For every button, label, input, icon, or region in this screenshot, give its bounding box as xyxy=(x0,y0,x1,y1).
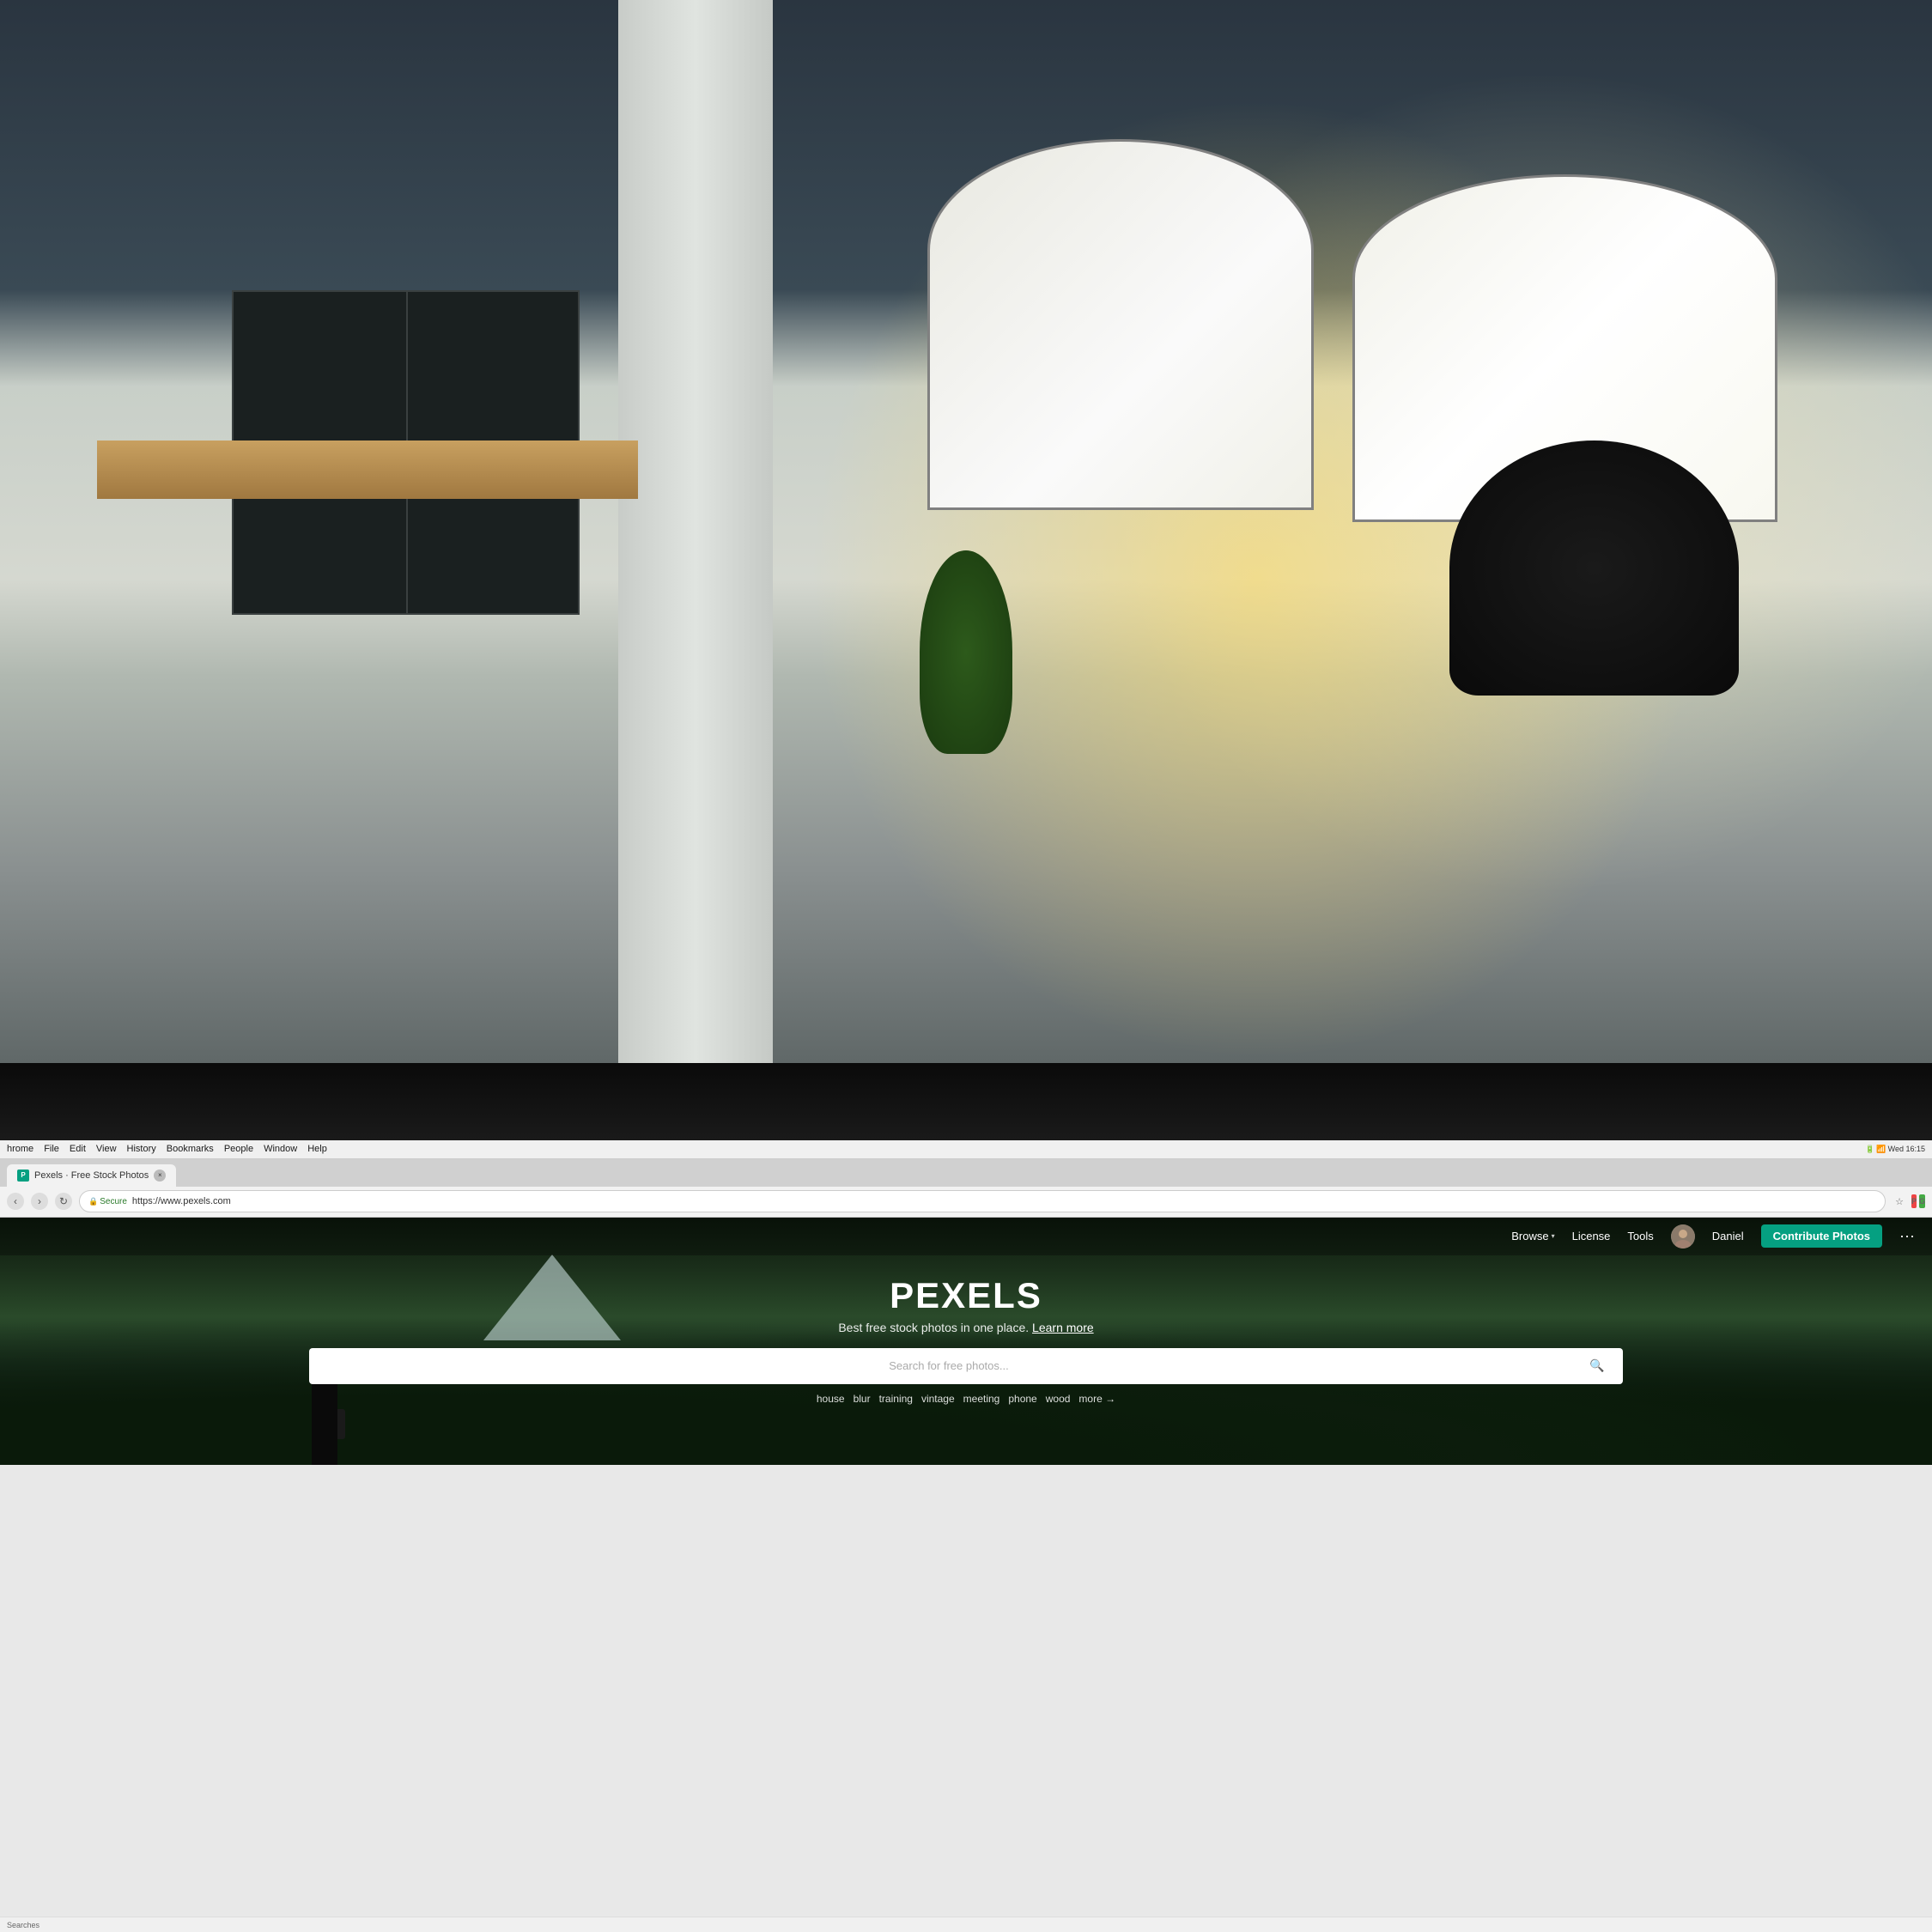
search-input[interactable]: Search for free photos... xyxy=(321,1359,1577,1372)
menu-file[interactable]: File xyxy=(44,1144,59,1154)
menu-people[interactable]: People xyxy=(224,1144,253,1154)
status-bar: Searches xyxy=(0,1917,1932,1932)
screen-bezel xyxy=(0,1063,1932,1140)
search-tag-phone[interactable]: phone xyxy=(1008,1393,1036,1405)
tab-title: Pexels · Free Stock Photos xyxy=(34,1170,149,1181)
user-name[interactable]: Daniel xyxy=(1712,1230,1744,1242)
wifi-icon: 📶 xyxy=(1876,1145,1886,1154)
tabbar: P Pexels · Free Stock Photos × xyxy=(0,1159,1932,1187)
reload-button[interactable]: ↻ xyxy=(55,1193,72,1210)
search-tag-meeting[interactable]: meeting xyxy=(963,1393,1000,1405)
search-bar[interactable]: Search for free photos... 🔍 xyxy=(309,1348,1623,1384)
contribute-photos-button[interactable]: Contribute Photos xyxy=(1761,1224,1882,1248)
back-button[interactable]: ‹ xyxy=(7,1193,24,1210)
pexels-navbar: Browse ▾ License Tools Daniel Contribute xyxy=(0,1218,1932,1255)
more-button[interactable]: ··· xyxy=(1899,1227,1915,1245)
license-nav-item[interactable]: License xyxy=(1572,1230,1611,1242)
browse-nav-item[interactable]: Browse ▾ xyxy=(1511,1230,1554,1242)
pexels-subtitle: Best free stock photos in one place. Lea… xyxy=(193,1321,1739,1334)
menu-bookmarks[interactable]: Bookmarks xyxy=(167,1144,214,1154)
clock-time: Wed 16:15 xyxy=(1888,1145,1925,1153)
ext-2-icon[interactable]: G xyxy=(1919,1194,1925,1208)
secure-badge: 🔒 Secure xyxy=(88,1197,127,1206)
extensions-icon[interactable]: P G D M T E R xyxy=(1911,1194,1925,1208)
search-tag-house[interactable]: house xyxy=(817,1393,845,1405)
search-tag-wood[interactable]: wood xyxy=(1046,1393,1071,1405)
menu-history[interactable]: History xyxy=(127,1144,156,1154)
search-tag-training[interactable]: training xyxy=(879,1393,913,1405)
office-desk xyxy=(97,440,638,499)
extension-icons: P G D M T E R xyxy=(1911,1194,1925,1208)
status-text: Searches xyxy=(7,1921,39,1929)
bookmark-icon[interactable]: ☆ xyxy=(1893,1194,1906,1208)
tools-label: Tools xyxy=(1627,1230,1653,1242)
ext-1-icon[interactable]: P xyxy=(1911,1194,1917,1208)
tools-nav-item[interactable]: Tools xyxy=(1627,1230,1653,1242)
pexels-title: PEXELS xyxy=(193,1278,1739,1314)
website-content: Browse ▾ License Tools Daniel Contribute xyxy=(0,1218,1932,1465)
system-icons: 🔋 📶 Wed 16:15 xyxy=(1865,1145,1925,1154)
search-container: Search for free photos... 🔍 xyxy=(309,1348,1623,1384)
office-plant xyxy=(889,464,1043,754)
search-tag-more[interactable]: more → xyxy=(1078,1393,1115,1405)
office-chair xyxy=(1449,440,1740,696)
battery-icon: 🔋 xyxy=(1865,1145,1874,1154)
tab-close-button[interactable]: × xyxy=(154,1170,166,1182)
forward-button[interactable]: › xyxy=(31,1193,48,1210)
hero-text-area: PEXELS Best free stock photos in one pla… xyxy=(193,1278,1739,1405)
search-tag-vintage[interactable]: vintage xyxy=(921,1393,955,1405)
lock-icon: 🔒 xyxy=(88,1197,98,1206)
addressbar: ‹ › ↻ 🔒 Secure https://www.pexels.com ☆ … xyxy=(0,1187,1932,1218)
office-scene xyxy=(0,0,1932,1159)
menubar-right: 🔋 📶 Wed 16:15 xyxy=(1865,1145,1925,1154)
browse-label: Browse xyxy=(1511,1230,1548,1242)
menu-window[interactable]: Window xyxy=(264,1144,297,1154)
url-display: https://www.pexels.com xyxy=(132,1196,231,1206)
browse-chevron-icon: ▾ xyxy=(1552,1232,1555,1240)
office-column xyxy=(618,0,773,1159)
menu-edit[interactable]: Edit xyxy=(70,1144,86,1154)
address-box[interactable]: 🔒 Secure https://www.pexels.com xyxy=(79,1190,1886,1212)
menu-help[interactable]: Help xyxy=(307,1144,327,1154)
search-icon[interactable]: 🔍 xyxy=(1583,1352,1611,1380)
search-tag-blur[interactable]: blur xyxy=(854,1393,871,1405)
menu-view[interactable]: View xyxy=(96,1144,117,1154)
active-tab[interactable]: P Pexels · Free Stock Photos × xyxy=(7,1164,176,1187)
browser-chrome: hrome File Edit View History Bookmarks P… xyxy=(0,1140,1932,1932)
app-name[interactable]: hrome xyxy=(7,1144,33,1154)
user-avatar[interactable] xyxy=(1671,1224,1695,1249)
learn-more-link[interactable]: Learn more xyxy=(1032,1321,1094,1334)
subtitle-text: Best free stock photos in one place. xyxy=(838,1321,1029,1334)
address-right-icons: ☆ P G D M T E R xyxy=(1893,1194,1925,1208)
office-window-center xyxy=(927,139,1314,510)
tab-favicon: P xyxy=(17,1170,29,1182)
license-label: License xyxy=(1572,1230,1611,1242)
secure-label: Secure xyxy=(100,1197,127,1206)
menubar: hrome File Edit View History Bookmarks P… xyxy=(0,1140,1932,1159)
search-tags: house blur training vintage meeting phon… xyxy=(193,1393,1739,1405)
